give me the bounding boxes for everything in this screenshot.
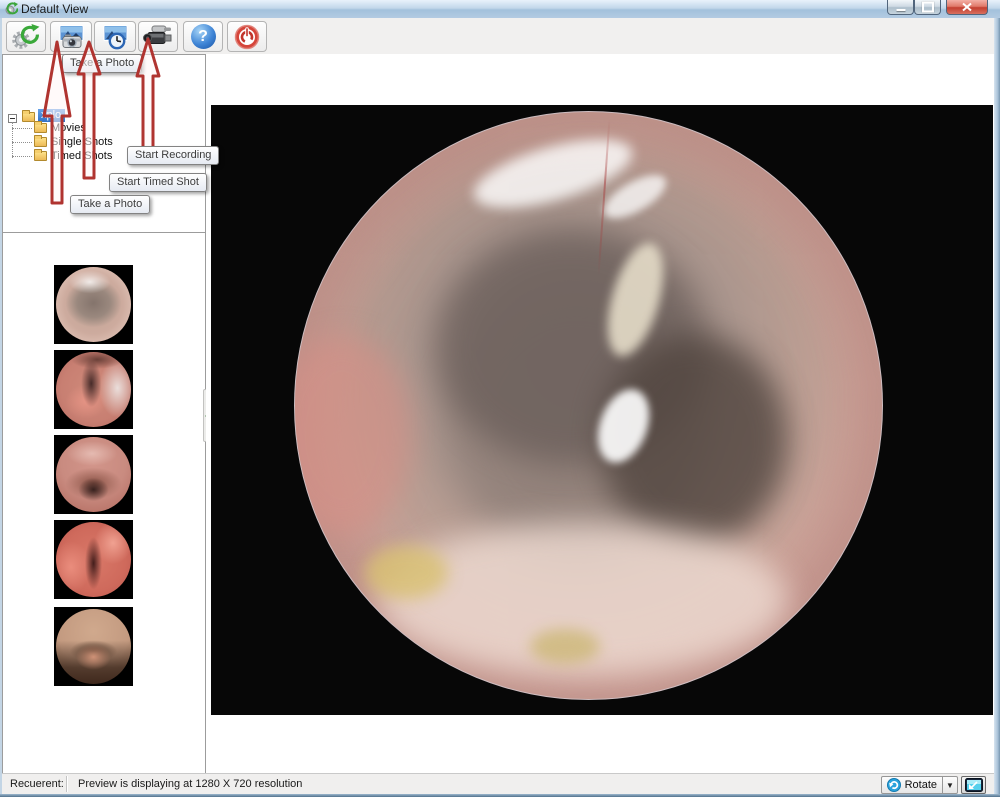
thumbnail-throat[interactable] [54, 607, 133, 686]
membrane-shading [365, 546, 447, 599]
thumbnail-image [56, 437, 131, 512]
help-icon: ? [191, 24, 216, 49]
window-border [0, 18, 2, 797]
minimize-icon [896, 9, 905, 11]
close-icon [962, 3, 972, 12]
take-photo-button[interactable] [50, 21, 92, 52]
photo-camera-icon [56, 24, 86, 50]
thumbnail-eardrum[interactable] [54, 265, 133, 344]
sidebar-item-timed-shots[interactable]: Timed Shots [51, 150, 112, 162]
thumbnail-image [56, 267, 131, 342]
thumbnail-image [56, 609, 131, 684]
eardrum-otoscopy-image [294, 111, 883, 700]
tree-line [12, 128, 32, 129]
folder-icon [34, 151, 47, 161]
chevron-down-icon: ▼ [946, 781, 954, 790]
window-border [994, 18, 1000, 797]
thumbnail-vocal-cords[interactable] [54, 435, 133, 514]
status-separator [66, 776, 67, 792]
app-logo-icon [4, 2, 18, 16]
tree-root-label: xplo [38, 109, 65, 122]
video-camera-icon [143, 24, 173, 50]
rotate-icon [887, 778, 901, 792]
app-window: Default View [0, 0, 1000, 797]
settings-refresh-button[interactable] [6, 21, 46, 52]
folder-icon [34, 123, 47, 133]
thumbnail-nasal-red[interactable] [54, 520, 133, 599]
folder-icon [34, 137, 47, 147]
callout-start-recording: Start Recording [127, 146, 219, 165]
membrane-shading [530, 629, 600, 664]
power-icon [234, 24, 260, 50]
root-folder-icon [22, 112, 35, 122]
tree-line [12, 142, 32, 143]
help-button[interactable]: ? [183, 21, 223, 52]
rotate-label: Rotate [905, 779, 937, 791]
record-button[interactable] [138, 21, 178, 52]
thumbnail-image [56, 522, 131, 597]
tree-root-item[interactable]: xplo [38, 109, 65, 121]
status-left-label: Recuerent: [10, 778, 64, 790]
minimize-button[interactable] [887, 0, 914, 15]
fullscreen-button[interactable] [961, 776, 986, 794]
thumbnail-image [56, 352, 131, 427]
tooltip-take-a-photo: Take a Photo [62, 54, 142, 73]
status-message: Preview is displaying at 1280 X 720 reso… [78, 778, 302, 790]
video-preview-frame [211, 105, 993, 715]
sidebar-item-single-shots[interactable]: Single Shots [51, 136, 113, 148]
rotate-controls: Rotate ▼ [881, 776, 986, 794]
status-bar: Recuerent: Preview is displaying at 1280… [2, 773, 994, 795]
callout-start-timed-shot: Start Timed Shot [109, 173, 207, 192]
gear-refresh-icon [12, 24, 40, 50]
thumbnail-list-panel [2, 233, 206, 775]
window-title: Default View [21, 2, 88, 16]
tree-line [12, 156, 32, 157]
rotate-dropdown-button[interactable]: ▼ [943, 776, 958, 794]
membrane-shading [294, 335, 412, 535]
timed-shot-button[interactable] [94, 21, 136, 52]
fullscreen-icon [965, 778, 983, 792]
rotate-button[interactable]: Rotate [881, 776, 943, 794]
thumbnail-nasal[interactable] [54, 350, 133, 429]
exit-button[interactable] [227, 21, 267, 52]
maximize-icon [922, 2, 934, 13]
maximize-button[interactable] [914, 0, 941, 15]
title-bar: Default View [0, 0, 1000, 19]
main-toolbar: ? [2, 18, 994, 55]
close-button[interactable] [946, 0, 988, 15]
sidebar-item-movies[interactable]: Movies [51, 122, 86, 134]
photo-clock-icon [100, 24, 130, 50]
callout-take-a-photo: Take a Photo [70, 195, 150, 214]
